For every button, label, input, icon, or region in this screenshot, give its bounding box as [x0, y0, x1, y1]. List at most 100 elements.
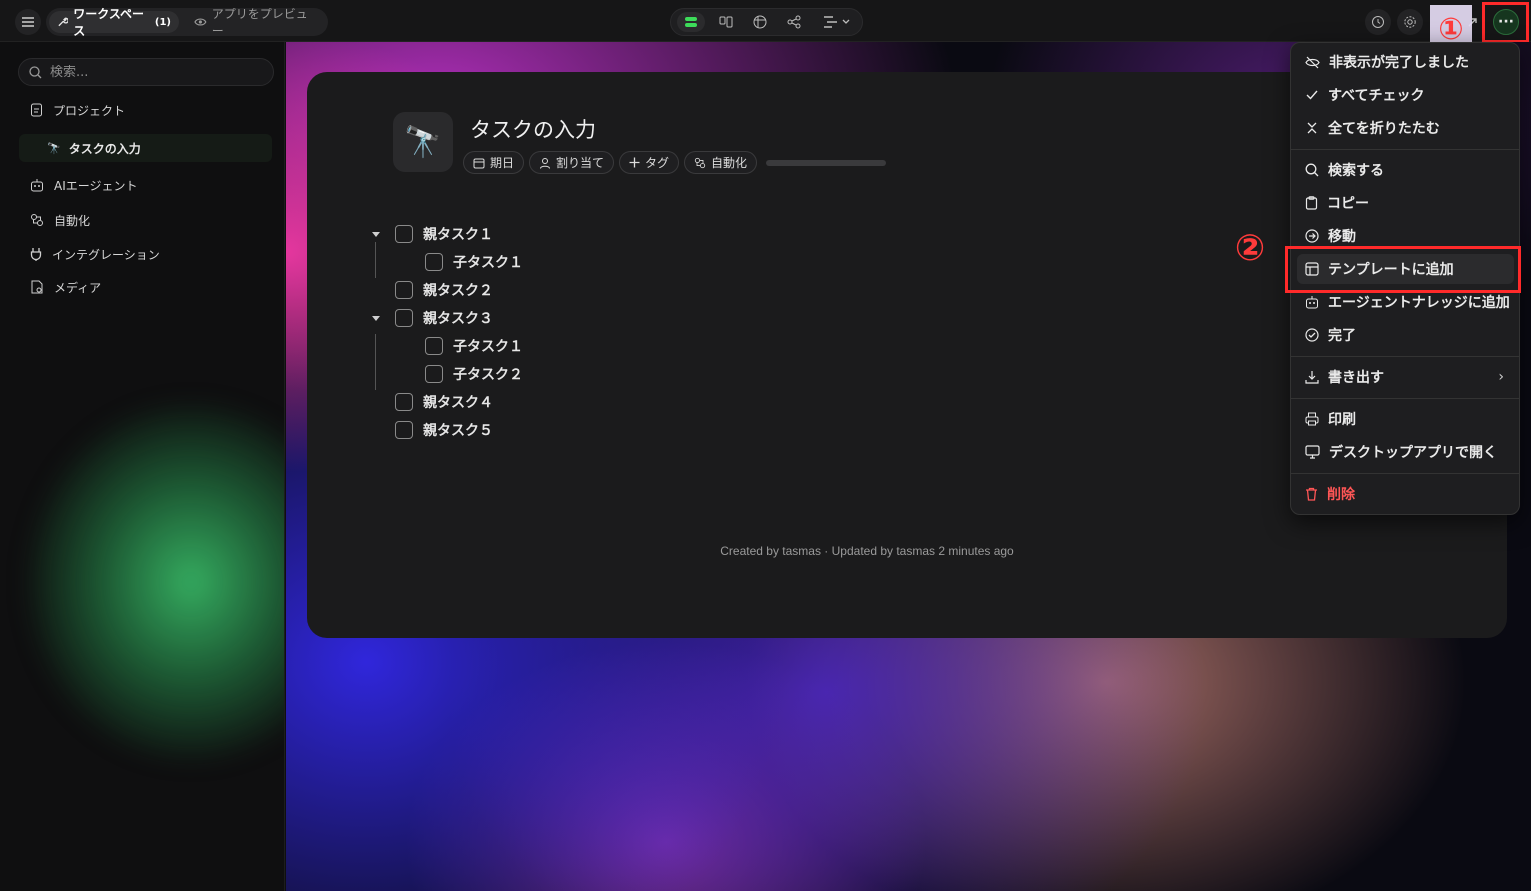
- menu-item-label: 完了: [1328, 328, 1356, 344]
- workspace-tab[interactable]: ワークスペース (1): [49, 7, 179, 38]
- view-board-button[interactable]: [712, 12, 740, 32]
- property-chips: 期日 割り当て タグ 自動化: [463, 151, 887, 174]
- view-switcher: [670, 8, 863, 36]
- task-label: 親タスク３: [423, 311, 493, 327]
- robot-icon: [1306, 296, 1318, 309]
- task-label: 親タスク５: [423, 423, 493, 439]
- media-icon: [31, 280, 43, 294]
- menu-item-export[interactable]: 書き出す ›: [1297, 362, 1514, 392]
- menu-separator: [1291, 149, 1519, 150]
- menu-item-label: 書き出す: [1328, 370, 1384, 386]
- calendar-icon: [473, 158, 485, 168]
- chip-label: タグ: [645, 156, 670, 170]
- timeline-icon: [823, 16, 837, 28]
- tree-line: [375, 334, 376, 390]
- history-button[interactable]: [1365, 9, 1391, 35]
- task-checkbox[interactable]: [395, 309, 413, 327]
- view-list-button[interactable]: [677, 12, 705, 32]
- page-title[interactable]: タスクの入力: [470, 114, 596, 144]
- collapse-icon: [1307, 122, 1317, 134]
- sidebar-item-ai-agent[interactable]: AIエージェント: [30, 175, 138, 195]
- sidebar-item-label: プロジェクト: [53, 103, 126, 118]
- task-item[interactable]: 親タスク４: [395, 392, 493, 412]
- menu-item-check-all[interactable]: すべてチェック: [1297, 80, 1514, 110]
- task-checkbox[interactable]: [395, 281, 413, 299]
- menu-item-label: 非表示が完了しました: [1329, 55, 1469, 71]
- automation-chip[interactable]: 自動化: [684, 151, 758, 174]
- document-emoji[interactable]: 🔭: [393, 112, 453, 172]
- task-item[interactable]: 親タスク３: [395, 308, 493, 328]
- printer-icon: [1305, 412, 1319, 426]
- board-view-icon: [719, 16, 733, 28]
- menu-item-label: コピー: [1327, 196, 1369, 212]
- task-checkbox[interactable]: [395, 421, 413, 439]
- collapse-caret[interactable]: [372, 232, 380, 237]
- sidebar: プロジェクト 🔭 タスクの入力 AIエージェント 自動化 インテグレーション メ…: [6, 42, 285, 891]
- menu-item-label: 印刷: [1328, 412, 1356, 428]
- tag-chip[interactable]: タグ: [619, 151, 680, 174]
- top-bar: ワークスペース (1) アプリをプレビュー ① ···: [0, 0, 1531, 53]
- sidebar-item-label: タスクの入力: [68, 141, 141, 156]
- highlight-box-more: [1482, 2, 1529, 43]
- menu-item-collapse-all[interactable]: 全てを折りたたむ: [1297, 113, 1514, 143]
- annotation-marker-2: ②: [1234, 227, 1266, 269]
- search-input[interactable]: [50, 64, 250, 80]
- task-checkbox[interactable]: [425, 337, 443, 355]
- task-checkbox[interactable]: [425, 253, 443, 271]
- search-icon: [29, 65, 42, 78]
- automation-icon: [31, 214, 43, 226]
- task-item[interactable]: 親タスク２: [395, 280, 493, 300]
- telescope-icon: 🔭: [47, 141, 61, 155]
- plug-icon: [30, 248, 42, 261]
- task-label: 親タスク１: [423, 227, 493, 243]
- sidebar-toggle-button[interactable]: [15, 9, 41, 35]
- task-checkbox[interactable]: [395, 225, 413, 243]
- task-item[interactable]: 子タスク１: [425, 336, 523, 356]
- menu-item-label: すべてチェック: [1328, 88, 1425, 104]
- tree-line: [375, 242, 376, 278]
- due-date-chip[interactable]: 期日: [463, 151, 525, 174]
- view-timeline-dropdown[interactable]: [815, 12, 857, 32]
- menu-item-open-desktop[interactable]: デスクトップアプリで開く: [1297, 437, 1514, 467]
- menu-item-search[interactable]: 検索する: [1297, 155, 1514, 185]
- task-checkbox[interactable]: [395, 393, 413, 411]
- sidebar-item-label: インテグレーション: [52, 247, 160, 262]
- menu-item-hide-completed[interactable]: 非表示が完了しました: [1297, 47, 1514, 77]
- eye-off-icon: [1305, 56, 1320, 68]
- preview-label: アプリをプレビュー: [211, 7, 308, 38]
- task-item[interactable]: 親タスク１: [395, 224, 493, 244]
- view-graph-button[interactable]: [780, 12, 808, 32]
- chip-label: 期日: [490, 156, 515, 170]
- sidebar-item-media[interactable]: メディア: [30, 277, 101, 297]
- task-item[interactable]: 子タスク２: [425, 364, 523, 384]
- view-table-button[interactable]: [746, 12, 774, 32]
- task-item[interactable]: 子タスク１: [425, 252, 523, 272]
- menu-item-complete[interactable]: 完了: [1297, 320, 1514, 350]
- menu-item-delete[interactable]: 削除: [1297, 479, 1514, 509]
- search-icon: [1305, 163, 1319, 177]
- share-graph-icon: [787, 15, 801, 29]
- sidebar-item-integration[interactable]: インテグレーション: [30, 244, 160, 264]
- sidebar-item-automation[interactable]: 自動化: [30, 210, 90, 230]
- clipboard-icon: [1305, 196, 1318, 210]
- sidebar-search[interactable]: [18, 58, 274, 86]
- task-item[interactable]: 親タスク５: [395, 420, 493, 440]
- settings-button[interactable]: [1397, 9, 1423, 35]
- menu-item-print[interactable]: 印刷: [1297, 404, 1514, 434]
- sidebar-item-task-input[interactable]: 🔭 タスクの入力: [19, 134, 272, 162]
- download-icon: [1305, 371, 1319, 384]
- workspace-count: (1): [154, 16, 171, 28]
- collapse-caret[interactable]: [372, 316, 380, 321]
- wrench-icon: [58, 17, 69, 27]
- highlight-box-template: [1285, 246, 1521, 293]
- sidebar-item-projects[interactable]: プロジェクト: [30, 100, 125, 120]
- menu-item-label: 検索する: [1328, 163, 1384, 179]
- menu-separator: [1291, 473, 1519, 474]
- task-label: 子タスク１: [453, 255, 523, 271]
- menu-item-copy[interactable]: コピー: [1297, 188, 1514, 218]
- preview-tab[interactable]: アプリをプレビュー: [186, 7, 326, 38]
- task-checkbox[interactable]: [425, 365, 443, 383]
- sidebar-item-label: メディア: [54, 280, 102, 295]
- menu-item-label: エージェントナレッジに追加: [1328, 295, 1510, 311]
- assign-chip[interactable]: 割り当て: [529, 151, 615, 174]
